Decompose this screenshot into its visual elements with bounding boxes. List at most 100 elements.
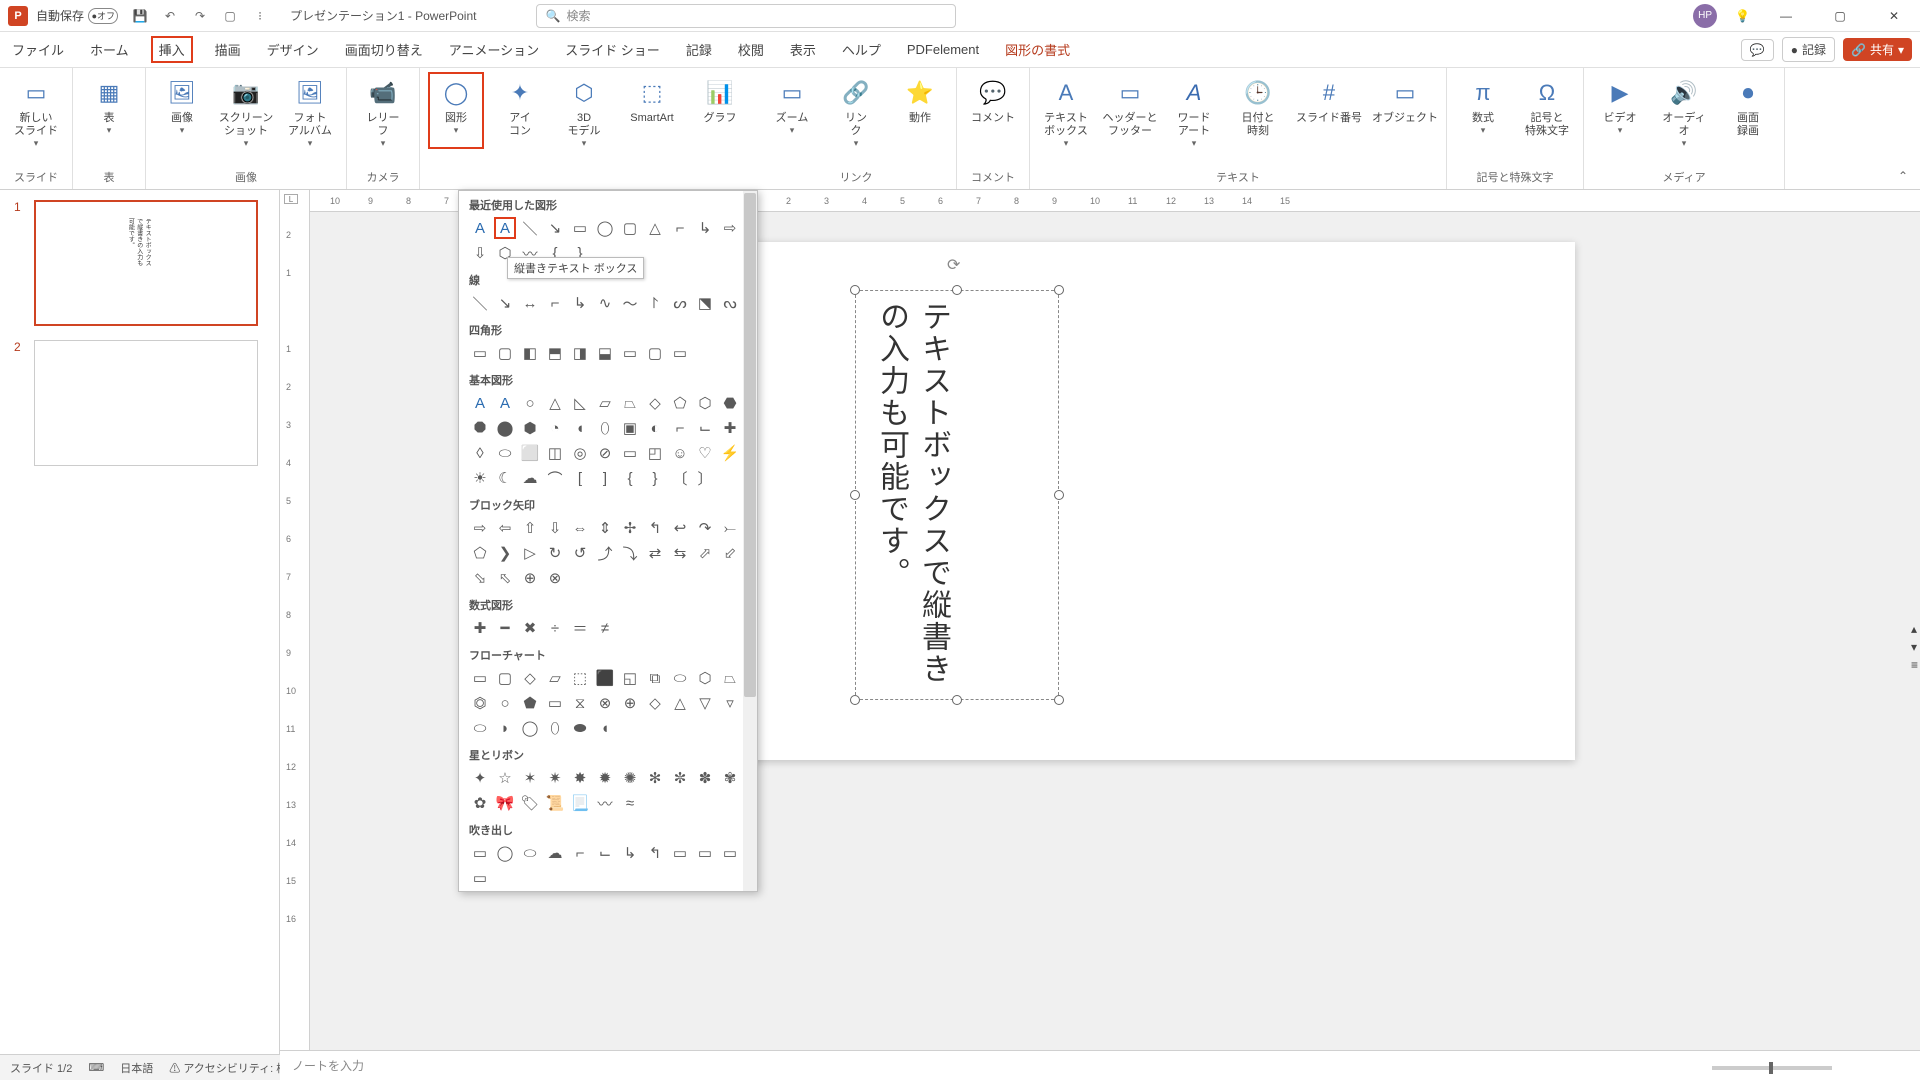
shape-fc-ext[interactable]: ▽ xyxy=(694,692,716,714)
shape-wave[interactable]: 〰 xyxy=(594,792,616,814)
shape-star8[interactable]: ✸ xyxy=(569,767,591,789)
tab-transitions[interactable]: 画面切り替え xyxy=(341,36,427,63)
shape-mult[interactable]: ✖ xyxy=(519,617,541,639)
equation-button[interactable]: π数式▾ xyxy=(1455,72,1511,138)
tab-help[interactable]: ヘルプ xyxy=(838,36,885,63)
scroll-page-icon[interactable]: ≡ xyxy=(1911,658,1918,672)
shape-callout-round[interactable]: ◯ xyxy=(494,842,516,864)
shape-ar-lr[interactable]: ⇔ xyxy=(569,517,591,539)
shape-fc-conn[interactable]: ○ xyxy=(494,692,516,714)
zoom-slider[interactable] xyxy=(1712,1066,1832,1070)
slide-canvas[interactable]: ⟳ テキストボックスで縦書きの入力も可能です。 xyxy=(655,242,1575,760)
shape-curve2[interactable]: 〜 xyxy=(619,292,641,314)
shape-fc-pred[interactable]: ⬚ xyxy=(569,667,591,689)
rotate-handle-icon[interactable]: ⟳ xyxy=(947,255,967,275)
tab-slideshow[interactable]: スライド ショー xyxy=(561,36,664,63)
shape-fc-or[interactable]: ⊕ xyxy=(619,692,641,714)
shape-fc-disp[interactable]: ◖ xyxy=(594,717,616,739)
shape-line-arrow[interactable]: ↘ xyxy=(494,292,516,314)
shape-ar-quad[interactable]: ✢ xyxy=(619,517,641,539)
shape-chord[interactable]: ◖ xyxy=(569,417,591,439)
toggle-off-icon[interactable]: ● オフ xyxy=(88,8,118,24)
shape-half[interactable]: ◐ xyxy=(644,417,666,439)
action-button[interactable]: ⭐動作 xyxy=(892,72,948,149)
shape-elbow[interactable]: ⌐ xyxy=(544,292,566,314)
shape-textbox-v[interactable]: A xyxy=(494,217,516,239)
shape-pie[interactable]: ◔ xyxy=(544,417,566,439)
tab-animations[interactable]: アニメーション xyxy=(445,36,543,63)
shape-fc-dec[interactable]: ◇ xyxy=(519,667,541,689)
shape-fc-man[interactable]: ⏢ xyxy=(719,667,741,689)
shape-fc-tape[interactable]: ⧖ xyxy=(569,692,591,714)
shape-fc-stor[interactable]: ⬭ xyxy=(469,717,491,739)
screen-recording-button[interactable]: ⏺画面録画 xyxy=(1720,72,1776,149)
shape-arrow-down[interactable]: ⇩ xyxy=(469,242,491,264)
shape-ar-b8[interactable]: ⬃ xyxy=(719,542,741,564)
status-lang[interactable]: 日本語 xyxy=(120,1060,153,1076)
shape-ar-b3[interactable]: ⤴ xyxy=(594,542,616,564)
shape-ar-notch[interactable]: ⤚ xyxy=(719,517,741,539)
shape-bolt[interactable]: ⚡ xyxy=(719,442,741,464)
tab-view[interactable]: 表示 xyxy=(786,36,820,63)
shape-rect9[interactable]: ▭ xyxy=(669,342,691,364)
shape-tb-v[interactable]: A xyxy=(494,392,516,414)
shapes-button[interactable]: ◯図形▾ xyxy=(428,72,484,149)
table-button[interactable]: ▦表▾ xyxy=(81,72,137,136)
slide-number-button[interactable]: #スライド番号 xyxy=(1294,72,1364,149)
shape-dbrace[interactable]: 〕 xyxy=(694,467,716,489)
shape-fc-proc[interactable]: ▭ xyxy=(469,667,491,689)
shape-hex[interactable]: ⬡ xyxy=(694,392,716,414)
close-button[interactable]: ✕ xyxy=(1876,3,1912,29)
scroll-down-icon[interactable]: ▾ xyxy=(1911,640,1918,654)
maximize-button[interactable]: ▢ xyxy=(1822,3,1858,29)
shape-star7[interactable]: ✷ xyxy=(544,767,566,789)
shape-fc-int[interactable]: ⬛ xyxy=(594,667,616,689)
comment-button[interactable]: 💬コメント xyxy=(965,72,1021,125)
shape-diamond[interactable]: ◇ xyxy=(644,392,666,414)
shape-scroll-h[interactable]: 📜 xyxy=(544,792,566,814)
shape-rect7[interactable]: ▭ xyxy=(619,342,641,364)
shape-fc-sum[interactable]: ⊗ xyxy=(594,692,616,714)
shape-connector[interactable]: ⌐ xyxy=(669,217,691,239)
shape-ar-chev[interactable]: ❯ xyxy=(494,542,516,564)
shape-rect8[interactable]: ▢ xyxy=(644,342,666,364)
shape-callout-b3[interactable]: ▭ xyxy=(719,842,741,864)
dropdown-scrollbar[interactable] xyxy=(743,191,757,891)
shape-fc-sort[interactable]: △ xyxy=(669,692,691,714)
shape-ar-l[interactable]: ⇦ xyxy=(494,517,516,539)
shape-bracket-l[interactable]: [ xyxy=(569,467,591,489)
shape-callout-line3[interactable]: ↳ xyxy=(619,842,641,864)
shape-ar-b6[interactable]: ⇆ xyxy=(669,542,691,564)
notes-pane[interactable]: ノートを入力 xyxy=(280,1050,1920,1080)
shape-line-double[interactable]: ↔ xyxy=(519,292,541,314)
shape-callout-b2[interactable]: ▭ xyxy=(694,842,716,864)
shape-triangle[interactable]: △ xyxy=(644,217,666,239)
resize-handle[interactable] xyxy=(850,490,860,500)
shape-rounded-rect[interactable]: ▢ xyxy=(619,217,641,239)
resize-handle[interactable] xyxy=(952,695,962,705)
shape-fc-alt[interactable]: ▢ xyxy=(494,667,516,689)
shape-brace-l[interactable]: { xyxy=(619,467,641,489)
shape-brace-r[interactable]: } xyxy=(644,467,666,489)
shape-arrow[interactable]: ⇨ xyxy=(719,217,741,239)
shape-tri[interactable]: △ xyxy=(544,392,566,414)
shape-scroll-v[interactable]: 📃 xyxy=(569,792,591,814)
shape-ar-c1[interactable]: ⊕ xyxy=(519,567,541,589)
shape-ar-u[interactable]: ⇧ xyxy=(519,517,541,539)
shape-fold[interactable]: ◰ xyxy=(644,442,666,464)
shape-fc-mag[interactable]: ⬯ xyxy=(544,717,566,739)
photo-album-button[interactable]: 🖼フォトアルバム▾ xyxy=(282,72,338,149)
shape-pent[interactable]: ⬠ xyxy=(669,392,691,414)
shape-donut[interactable]: ◎ xyxy=(569,442,591,464)
shape-ar-b9[interactable]: ⬂ xyxy=(469,567,491,589)
shape-ar-call[interactable]: ▷ xyxy=(519,542,541,564)
shape-fc-card[interactable]: ▭ xyxy=(544,692,566,714)
shape-lshape[interactable]: ⌐ xyxy=(669,417,691,439)
shape-callout-b1[interactable]: ▭ xyxy=(669,842,691,864)
shape-fc-prep[interactable]: ⬡ xyxy=(694,667,716,689)
shape-burst1[interactable]: ✾ xyxy=(719,767,741,789)
3d-models-button[interactable]: ⬡3Dモデル▾ xyxy=(556,72,612,149)
resize-handle[interactable] xyxy=(850,695,860,705)
new-slide-button[interactable]: ▭新しいスライド▾ xyxy=(8,72,64,149)
resize-handle[interactable] xyxy=(1054,490,1064,500)
